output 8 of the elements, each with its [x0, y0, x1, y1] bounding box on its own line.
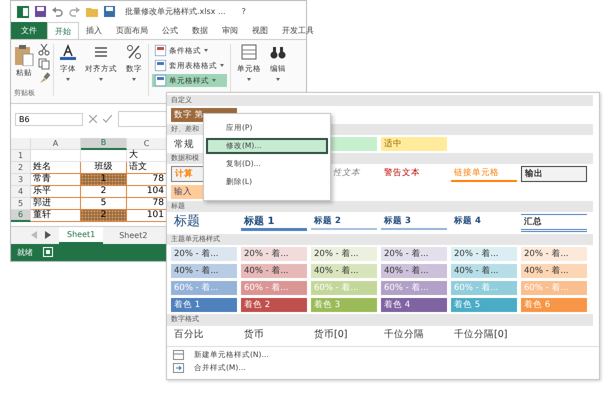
table-cell: 乐平 — [31, 186, 81, 198]
table-cell: 郭进 — [31, 198, 81, 210]
status-text: 就绪 — [17, 246, 33, 258]
window-title: 批量修改单元格样式.xlsx ... — [125, 6, 226, 17]
table-cell: 姓名 — [31, 162, 81, 174]
table-cell: 2 — [81, 210, 127, 222]
table-cell: 1 — [81, 174, 127, 186]
table-cell: 2 — [81, 186, 127, 198]
